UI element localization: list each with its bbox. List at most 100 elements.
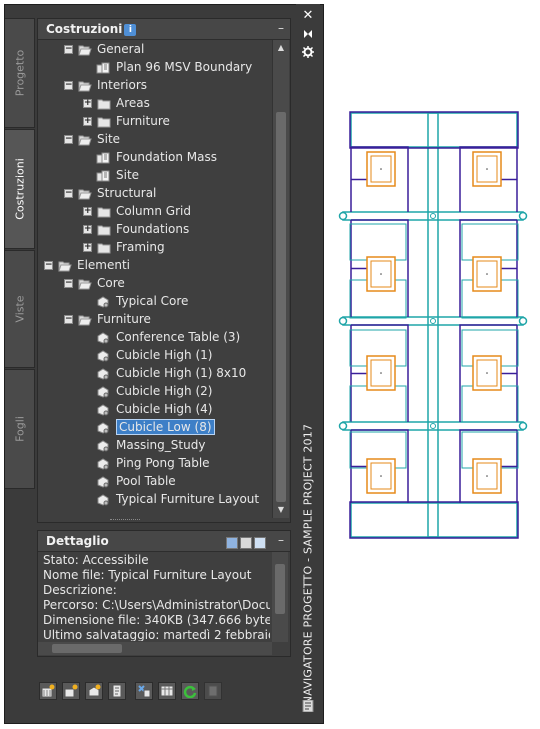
tree-item[interactable]: + Column Grid (38, 202, 272, 220)
detail-view-icons (224, 534, 266, 553)
folder-open-icon (78, 313, 92, 326)
plan-cubicle-wall (459, 429, 518, 503)
collapse-tree-icon[interactable]: − (64, 45, 73, 54)
properties-icon[interactable] (302, 699, 314, 713)
add-element-icon[interactable] (85, 682, 103, 700)
tree-item[interactable]: − Site (38, 130, 272, 148)
list-view-icon[interactable] (240, 537, 252, 549)
tree-item-label: General (97, 42, 145, 56)
folder-icon (97, 97, 111, 110)
plan-cubicle-wall (350, 324, 409, 422)
tree-item[interactable]: + Furniture (38, 112, 272, 130)
tree-item[interactable]: Pool Table (38, 472, 272, 490)
collapse-tree-icon[interactable]: − (64, 315, 73, 324)
tree-item[interactable]: − Elementi (38, 256, 272, 274)
table-icon[interactable] (158, 682, 176, 700)
plan-chair-center (486, 475, 488, 477)
plan-corridor (342, 316, 524, 326)
folder-open-icon (78, 43, 92, 56)
expand-icon[interactable]: + (83, 117, 92, 126)
tree-item[interactable]: Foundation Mass (38, 148, 272, 166)
tree-item[interactable]: − General (38, 40, 272, 58)
plan-column-marker (430, 423, 436, 429)
plan-chair-seat (370, 155, 392, 183)
settings-icon[interactable] (302, 46, 314, 58)
detail-vscroll-thumb[interactable] (275, 564, 285, 614)
detail-panel-header: Dettaglio – (38, 531, 290, 552)
tree-item[interactable]: Cubicle High (1) 8x10 (38, 364, 272, 382)
tree-item[interactable]: Cubicle Low (8) (38, 418, 272, 436)
tree-item[interactable]: + Framing (38, 238, 272, 256)
close-icon[interactable]: ✕ (302, 9, 314, 22)
tab-viste[interactable]: Viste (5, 250, 35, 368)
tree-item[interactable]: Cubicle High (4) (38, 400, 272, 418)
expand-icon[interactable]: + (83, 99, 92, 108)
plan-column-marker (518, 316, 528, 326)
plan-bottom-purple (349, 501, 519, 539)
tree-item[interactable]: Conference Table (3) (38, 328, 272, 346)
collapse-tree-icon[interactable]: − (44, 261, 53, 270)
tree-item[interactable]: Ping Pong Table (38, 454, 272, 472)
tree-item-label: Cubicle High (4) (116, 402, 213, 416)
detail-minimize-button[interactable]: – (278, 533, 284, 547)
tree-item[interactable]: − Core (38, 274, 272, 292)
info-icon[interactable]: i (124, 24, 137, 36)
tree-item[interactable]: + Foundations (38, 220, 272, 238)
folder-icon (97, 115, 111, 128)
tab-fogli[interactable]: Fogli (5, 369, 35, 489)
tree-item[interactable]: − Structural (38, 184, 272, 202)
detail-hscroll-thumb[interactable] (52, 644, 122, 653)
expand-icon[interactable]: + (83, 207, 92, 216)
detail-panel: Dettaglio – Stato: Accessibile Nome file:… (37, 530, 291, 657)
refresh-icon[interactable] (181, 682, 199, 700)
plan-cubicle-wall (350, 219, 409, 317)
tree-scrollbar[interactable]: ▲ ▼ (272, 40, 289, 518)
plan-cubicle-wall (459, 146, 518, 212)
plan-chair-seat (370, 462, 392, 490)
folder-open-icon (78, 187, 92, 200)
scrollbar-thumb[interactable] (276, 112, 286, 502)
collapse-tree-icon[interactable]: − (64, 135, 73, 144)
tree-item[interactable]: Cubicle High (2) (38, 382, 272, 400)
tab-costruzioni[interactable]: Costruzioni (5, 129, 35, 249)
constructions-panel-header: Costruzioni i – (38, 19, 290, 40)
tree-item-label: Pool Table (116, 474, 176, 488)
detail-hscrollbar[interactable] (38, 642, 272, 655)
collapse-tree-icon[interactable]: − (64, 81, 73, 90)
plan-cubicle-wall (459, 219, 518, 317)
tree-item[interactable]: Typical Furniture Layout (38, 490, 272, 508)
detail-view-icon[interactable] (226, 537, 238, 549)
scroll-up-arrow-icon[interactable]: ▲ (276, 43, 286, 53)
scroll-down-arrow-icon[interactable]: ▼ (276, 505, 286, 515)
preview-icon[interactable] (254, 537, 266, 549)
minimize-button[interactable]: – (278, 21, 284, 35)
expand-icon[interactable]: + (83, 243, 92, 252)
collapse-tree-icon[interactable]: − (64, 189, 73, 198)
palette-title-bar[interactable]: ✕ NAVIGATORE PROGETTO - SAMPLE PROJECT 2… (296, 4, 320, 720)
plan-chair-seat (476, 462, 498, 490)
tree-item[interactable]: − Furniture (38, 310, 272, 328)
constructions-tree[interactable]: − General Plan 96 MSV Boundary − Interiors + A… (38, 40, 272, 518)
tree-item-label: Site (97, 132, 121, 146)
tree-item[interactable]: Cubicle High (1) (38, 346, 272, 364)
collapse-icon[interactable] (302, 28, 314, 40)
tree-item[interactable]: Plan 96 MSV Boundary (38, 58, 272, 76)
panel-splitter[interactable] (110, 519, 140, 523)
expand-icon[interactable]: + (83, 225, 92, 234)
tree-item[interactable]: Typical Core (38, 292, 272, 310)
new-construct-icon[interactable] (39, 682, 57, 700)
tree-item-label: Furniture (97, 312, 151, 326)
detail-vscrollbar[interactable] (272, 552, 288, 642)
new-element-icon[interactable] (62, 682, 80, 700)
properties-doc-icon[interactable] (108, 682, 126, 700)
collapse-tree-icon[interactable]: − (64, 279, 73, 288)
tree-item[interactable]: Massing_Study (38, 436, 272, 454)
plan-chair-center (486, 168, 488, 170)
tree-item[interactable]: − Interiors (38, 76, 272, 94)
detail-line: Descrizione: (43, 583, 117, 597)
tree-item-label: Framing (116, 240, 165, 254)
tab-progetto[interactable]: Progetto (5, 18, 35, 128)
xref-icon[interactable] (135, 682, 153, 700)
tree-item[interactable]: Site (38, 166, 272, 184)
tree-item[interactable]: + Areas (38, 94, 272, 112)
